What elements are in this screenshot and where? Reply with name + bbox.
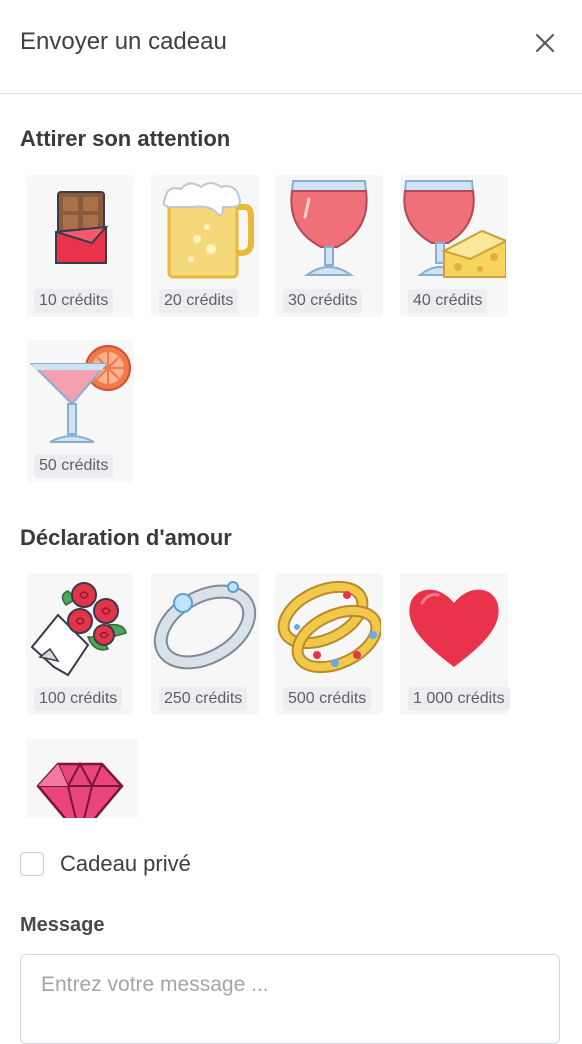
gift-grid-overflow bbox=[0, 735, 582, 818]
message-label: Message bbox=[20, 914, 105, 936]
ruby-gem-icon bbox=[28, 740, 132, 818]
gift-wine-cheese[interactable]: 40 crédits bbox=[400, 175, 508, 317]
gift-price: 40 crédits bbox=[408, 289, 488, 313]
dialog-header: Envoyer un cadeau bbox=[0, 0, 582, 94]
gift-price: 50 crédits bbox=[34, 454, 114, 478]
dialog-title: Envoyer un cadeau bbox=[20, 28, 227, 55]
gift-price: 20 crédits bbox=[159, 289, 239, 313]
gift-silver-bracelet[interactable]: 250 crédits bbox=[151, 573, 259, 715]
silver-bracelet-icon bbox=[153, 575, 257, 679]
close-icon bbox=[535, 33, 555, 53]
gift-ruby[interactable] bbox=[26, 738, 138, 818]
cocktail-icon bbox=[28, 342, 132, 446]
gift-price: 30 crédits bbox=[283, 289, 363, 313]
private-gift-toggle[interactable]: Cadeau privé bbox=[20, 848, 191, 880]
beer-mug-icon bbox=[153, 177, 257, 281]
rose-bouquet-icon bbox=[28, 575, 132, 679]
chocolate-bar-icon bbox=[28, 177, 132, 281]
gift-chocolate[interactable]: 10 crédits bbox=[26, 175, 134, 317]
gift-price: 10 crédits bbox=[34, 289, 114, 313]
wine-cheese-icon bbox=[402, 177, 506, 281]
message-input[interactable] bbox=[20, 954, 560, 1044]
section-title-love: Déclaration d'amour bbox=[20, 525, 232, 550]
gift-beer[interactable]: 20 crédits bbox=[151, 175, 259, 317]
gift-wine[interactable]: 30 crédits bbox=[275, 175, 383, 317]
gift-price: 100 crédits bbox=[34, 687, 123, 711]
gift-price: 500 crédits bbox=[283, 687, 372, 711]
gift-cocktail[interactable]: 50 crédits bbox=[26, 340, 134, 482]
close-button[interactable] bbox=[532, 30, 558, 56]
wine-glass-icon bbox=[277, 177, 381, 281]
gift-price: 1 000 crédits bbox=[408, 687, 510, 711]
heart-icon bbox=[402, 575, 506, 679]
gift-roses[interactable]: 100 crédits bbox=[26, 573, 134, 715]
private-gift-label: Cadeau privé bbox=[60, 851, 191, 876]
private-gift-checkbox[interactable] bbox=[20, 852, 44, 876]
gold-bangles-icon bbox=[277, 575, 381, 679]
gift-gold-bangles[interactable]: 500 crédits bbox=[275, 573, 383, 715]
gift-price: 250 crédits bbox=[159, 687, 248, 711]
gift-heart[interactable]: 1 000 crédits bbox=[400, 573, 510, 715]
section-title-attention: Attirer son attention bbox=[20, 126, 231, 151]
